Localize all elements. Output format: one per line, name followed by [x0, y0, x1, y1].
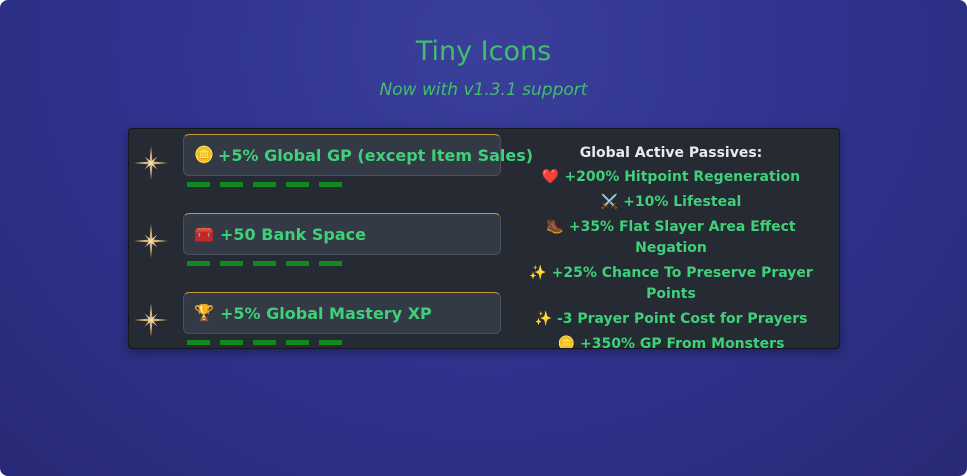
dash — [187, 261, 210, 266]
dash — [220, 182, 243, 187]
passive-label: +25% Chance To Preserve Prayer Points — [551, 265, 813, 302]
passive-label: +35% Flat Slayer Area Effect Negation — [568, 219, 796, 256]
prayer-sparkle-icon: ✨ — [534, 311, 552, 327]
prayer-sparkle-icon: ✨ — [529, 265, 547, 281]
modifier-row: 🧰 +50 Bank Space — [129, 208, 509, 288]
coins-icon: 🪙 — [194, 145, 214, 164]
page: Tiny Icons Now with v1.3.1 support 🪙 +5%… — [0, 0, 967, 476]
modifier-label: +5% Global Mastery XP — [220, 303, 432, 323]
modifier-box[interactable]: 🪙 +5% Global GP (except Item Sales) — [183, 134, 533, 176]
dash — [220, 261, 243, 266]
passives-title: Global Active Passives: — [579, 145, 763, 161]
dash — [187, 182, 210, 187]
dash — [286, 182, 309, 187]
modifier-label: +50 Bank Space — [220, 224, 366, 244]
passive-item: ✨ +25% Chance To Preserve Prayer Points — [509, 263, 833, 305]
sparkle-icon — [134, 224, 168, 258]
sparkle-icon — [134, 303, 168, 337]
page-title: Tiny Icons — [415, 36, 552, 67]
dash — [286, 261, 309, 266]
dash — [253, 340, 276, 345]
dash — [319, 340, 342, 345]
dash — [319, 261, 342, 266]
dash — [187, 340, 210, 345]
sparkle-icon — [134, 146, 168, 180]
dash — [319, 182, 342, 187]
passive-item: 🥾 +35% Flat Slayer Area Effect Negation — [509, 217, 833, 259]
dash — [253, 261, 276, 266]
passive-item: ✨ -3 Prayer Point Cost for Prayers — [509, 309, 833, 330]
passive-item: ❤️ +200% Hitpoint Regeneration — [509, 167, 833, 188]
passive-label: -3 Prayer Point Cost for Prayers — [556, 311, 808, 327]
treasure-chest-icon: 🧰 — [194, 224, 214, 243]
progress-dashes — [187, 340, 342, 345]
progress-dashes — [187, 261, 342, 266]
modifier-box[interactable]: 🧰 +50 Bank Space — [183, 213, 501, 255]
modifier-label: +5% Global GP (except Item Sales) — [217, 145, 534, 165]
slayer-boot-icon: 🥾 — [546, 219, 564, 235]
modifier-box[interactable]: 🏆 +5% Global Mastery XP — [183, 292, 501, 334]
heart-icon: ❤️ — [541, 169, 560, 185]
coins-icon: 🪙 — [557, 336, 575, 349]
passives-list: Global Active Passives: ❤️ +200% Hitpoint… — [509, 145, 833, 349]
passive-label: +350% GP From Monsters — [580, 336, 785, 349]
trophy-icon: 🏆 — [194, 303, 214, 322]
dash — [286, 340, 309, 345]
page-subtitle: Now with v1.3.1 support — [379, 80, 588, 100]
modifiers-panel: 🪙 +5% Global GP (except Item Sales) 🧰 +5… — [128, 128, 840, 349]
passive-item: 🪙 +350% GP From Monsters — [509, 334, 833, 349]
progress-dashes — [187, 182, 342, 187]
dash — [253, 182, 276, 187]
dash — [220, 340, 243, 345]
modifier-row: 🪙 +5% Global GP (except Item Sales) — [129, 129, 533, 209]
modifier-row: 🏆 +5% Global Mastery XP — [129, 287, 509, 348]
passive-label: +10% Lifesteal — [623, 194, 742, 210]
passive-item: ⚔️ +10% Lifesteal — [509, 192, 833, 213]
passive-label: +200% Hitpoint Regeneration — [564, 169, 801, 185]
crossed-swords-icon: ⚔️ — [600, 194, 619, 210]
